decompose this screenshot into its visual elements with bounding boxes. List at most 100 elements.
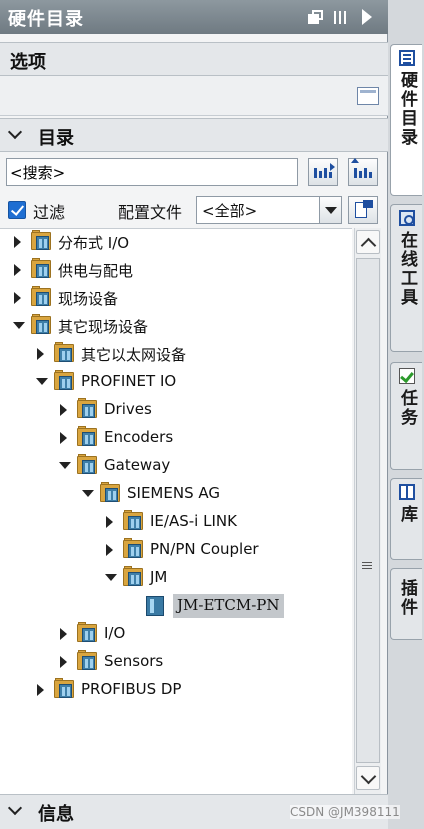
folder-icon — [77, 454, 99, 475]
expand-arrow-right-icon[interactable] — [14, 292, 21, 304]
catalog-section-header[interactable]: 目录 — [0, 118, 388, 152]
tab-libraries[interactable]: 库 — [390, 478, 422, 560]
chevron-down-icon[interactable] — [7, 124, 23, 140]
folder-icon — [123, 510, 145, 531]
expand-arrow-down-icon[interactable] — [36, 378, 48, 385]
tree-item-label: 其它现场设备 — [58, 318, 149, 336]
options-section-title: 选项 — [10, 52, 46, 73]
tree-item-label: PROFIBUS DP — [81, 680, 182, 698]
search-up-button[interactable] — [348, 158, 378, 186]
folder-icon — [54, 342, 76, 363]
search-up-icon — [354, 168, 372, 178]
dropdown-arrow-icon[interactable] — [319, 197, 341, 223]
hardware-catalog-panel: 硬件目录 选项 目录 过滤 配置文件 <全部> 分布式 I/O 供电与配电现场设备… — [0, 0, 388, 829]
tree-item[interactable]: 现场设备 — [0, 285, 352, 311]
search-down-button[interactable] — [308, 158, 338, 186]
tree-item[interactable]: 分布式 I/O — [0, 229, 352, 255]
tree-item[interactable]: PN/PN Coupler — [0, 537, 352, 563]
tree-item[interactable]: 供电与配电 — [0, 257, 352, 283]
filter-checkbox[interactable] — [8, 201, 26, 219]
tab-hardware-catalog[interactable]: 硬件目录 — [390, 44, 422, 196]
search-field[interactable] — [6, 158, 298, 186]
scroll-down-button[interactable] — [356, 766, 380, 790]
tree-item[interactable]: SIEMENS AG — [0, 481, 352, 507]
tree-item[interactable]: JM-ETCM-PN — [0, 593, 352, 619]
tree-item-label: 现场设备 — [58, 290, 119, 308]
tree-item-label: JM-ETCM-PN — [173, 594, 284, 618]
expand-arrow-right-icon[interactable] — [37, 684, 44, 696]
grip-icon — [362, 562, 372, 571]
tree-item-label: Encoders — [104, 428, 174, 446]
tree-item-label: Gateway — [104, 456, 171, 474]
tab-label: 硬件目录 — [397, 71, 417, 147]
folder-icon — [31, 286, 53, 307]
tree-item[interactable]: PROFINET IO — [0, 369, 352, 395]
profile-select-value: <全部> — [202, 202, 258, 220]
tree-item[interactable]: 其它现场设备 — [0, 313, 352, 339]
expand-arrow-down-icon[interactable] — [82, 490, 94, 497]
folder-icon — [31, 230, 53, 251]
tree-item-label: Sensors — [104, 652, 164, 670]
options-section-header[interactable]: 选项 — [0, 42, 388, 76]
vertical-scrollbar[interactable] — [354, 228, 381, 794]
expand-arrow-down-icon[interactable] — [105, 574, 117, 581]
expand-arrow-right-icon[interactable] — [37, 348, 44, 360]
tab-label: 插件 — [397, 579, 417, 617]
tree-item-label: 其它以太网设备 — [81, 346, 187, 364]
tree-item[interactable]: Gateway — [0, 453, 352, 479]
scroll-up-button[interactable] — [356, 230, 380, 254]
online-tools-icon — [399, 210, 415, 226]
tree-item-label: IE/AS-i LINK — [150, 512, 237, 530]
device-icon — [146, 596, 164, 616]
tree-item[interactable]: IE/AS-i LINK — [0, 509, 352, 535]
float-window-icon[interactable] — [308, 10, 324, 25]
panel-title: 硬件目录 — [8, 9, 84, 30]
tab-online-tools[interactable]: 在线工具 — [390, 204, 422, 352]
tab-tasks[interactable]: 任务 — [390, 362, 422, 470]
expand-arrow-right-icon[interactable] — [14, 264, 21, 276]
folder-icon — [31, 314, 53, 335]
tab-plugins[interactable]: 插件 — [390, 568, 422, 640]
tree-item[interactable]: PROFIBUS DP — [0, 677, 352, 703]
pencil-icon — [363, 200, 373, 208]
folder-icon — [123, 538, 145, 559]
tree-item-label: 分布式 I/O — [58, 234, 130, 252]
folder-icon — [100, 482, 122, 503]
chevron-down-icon[interactable] — [7, 800, 23, 816]
catalog-icon — [399, 50, 415, 66]
expand-arrow-right-icon[interactable] — [60, 432, 67, 444]
tree-item[interactable]: 其它以太网设备 — [0, 341, 352, 367]
expand-arrow-right-icon[interactable] — [60, 628, 67, 640]
tree-item[interactable]: Drives — [0, 397, 352, 423]
expand-arrow-right-icon[interactable] — [106, 516, 113, 528]
tree-item[interactable]: JM — [0, 565, 352, 591]
tree-item[interactable]: Encoders — [0, 425, 352, 451]
dock-icon[interactable] — [333, 10, 349, 25]
catalog-tree: 分布式 I/O 供电与配电现场设备其它现场设备其它以太网设备 PROFINET IO… — [0, 228, 352, 794]
folder-icon — [54, 678, 76, 699]
tree-item-label: SIEMENS AG — [127, 484, 220, 502]
edit-profile-button[interactable] — [348, 196, 378, 224]
window-toggle-icon[interactable] — [357, 87, 379, 105]
arrow-right-icon — [330, 163, 335, 171]
expand-arrow-right-icon[interactable] — [60, 656, 67, 668]
expand-arrow-down-icon[interactable] — [59, 462, 71, 469]
expand-arrow-right-icon[interactable] — [14, 236, 21, 248]
tasks-icon — [399, 368, 415, 384]
profile-select[interactable]: <全部> — [196, 196, 342, 224]
tree-item-label: JM — [150, 568, 168, 586]
options-section-body — [0, 76, 388, 116]
folder-icon — [77, 650, 99, 671]
tree-item[interactable]: Sensors — [0, 649, 352, 675]
expand-arrow-right-icon[interactable] — [60, 404, 67, 416]
watermark: CSDN @JM398111 — [290, 805, 400, 819]
tree-item-label: Drives — [104, 400, 152, 418]
search-input[interactable] — [10, 161, 292, 183]
scrollbar-thumb[interactable] — [356, 258, 380, 763]
expand-arrow-right-icon[interactable] — [106, 544, 113, 556]
tree-item[interactable]: I/O — [0, 621, 352, 647]
tab-label: 库 — [397, 505, 417, 524]
collapse-panel-icon[interactable] — [362, 9, 372, 25]
expand-arrow-down-icon[interactable] — [13, 322, 25, 329]
side-tab-strip: 硬件目录 在线工具 任务 库 插件 — [388, 0, 424, 829]
